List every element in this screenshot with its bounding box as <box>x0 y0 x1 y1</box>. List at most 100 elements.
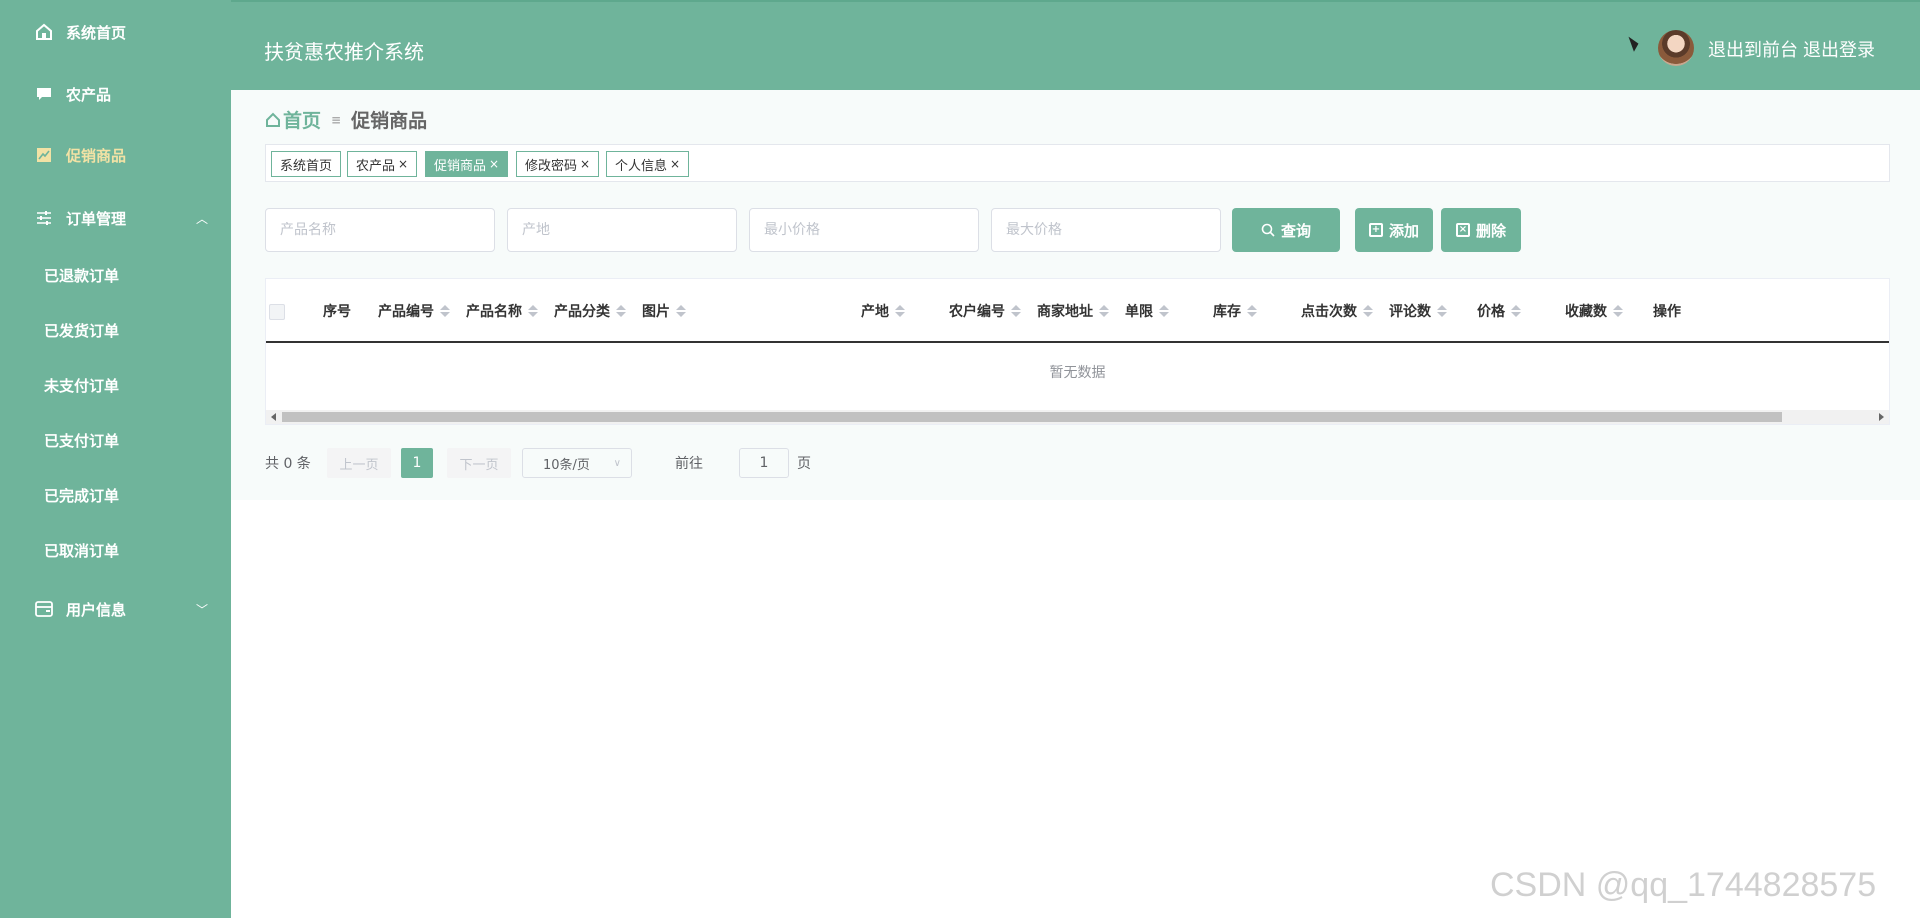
sort-icon[interactable] <box>1511 305 1521 317</box>
sort-icon[interactable] <box>1099 305 1109 317</box>
page-jump-input[interactable]: 1 <box>739 448 789 478</box>
plus-square-icon: + <box>1368 223 1383 237</box>
breadcrumb-separator: ≡ <box>331 112 342 127</box>
mouse-cursor-icon <box>1628 34 1641 52</box>
sidebar-item-label: 系统首页 <box>66 23 127 42</box>
sort-icon[interactable] <box>676 305 686 317</box>
sidebar-subitem-label: 已取消订单 <box>44 541 120 560</box>
sidebar-item-orders[interactable]: 订单管理 ︿ <box>0 193 231 243</box>
column-header-sortable[interactable]: 单限 <box>1125 279 1169 343</box>
column-header-sortable[interactable]: 点击次数 <box>1301 279 1373 343</box>
tag-change-password[interactable]: 修改密码 × <box>516 151 600 177</box>
column-header-sortable[interactable]: 农户编号 <box>949 279 1021 343</box>
column-header-sortable[interactable]: 商家地址 <box>1037 279 1109 343</box>
column-label: 操作 <box>1653 304 1681 320</box>
sort-icon[interactable] <box>616 305 626 317</box>
close-icon[interactable]: × <box>398 157 408 171</box>
home-icon <box>34 22 54 42</box>
scroll-left-icon[interactable] <box>271 413 276 421</box>
sort-icon[interactable] <box>1159 305 1169 317</box>
max-price-input[interactable] <box>1006 222 1220 238</box>
sidebar-item-products[interactable]: 农产品 <box>0 69 231 119</box>
logout-link[interactable]: 退出登录 <box>1803 36 1875 62</box>
column-label: 库存 <box>1213 304 1241 320</box>
add-button-label: 添加 <box>1388 221 1419 240</box>
breadcrumb: 首页 ≡ 促销商品 <box>265 106 427 133</box>
next-page-button[interactable]: 下一页 <box>447 448 511 478</box>
column-label: 产地 <box>861 304 889 320</box>
sidebar-subitem-unpaid[interactable]: 未支付订单 <box>0 360 231 410</box>
chart-icon <box>34 145 54 165</box>
page-size-select[interactable]: 10条/页 ∨ <box>522 448 632 478</box>
sidebar-item-home[interactable]: 系统首页 <box>0 7 231 57</box>
column-header-sortable[interactable]: 产地 <box>861 279 905 343</box>
empty-state: 暂无数据 <box>1049 365 1106 381</box>
column-header-sortable[interactable]: 产品编号 <box>378 279 450 343</box>
wallet-icon <box>34 599 54 619</box>
tag-label: 促销商品 <box>434 158 487 174</box>
goto-label: 前往 <box>675 456 703 472</box>
close-icon[interactable]: × <box>489 157 499 171</box>
sidebar-item-label: 订单管理 <box>66 209 127 228</box>
column-header-sortable[interactable]: 收藏数 <box>1565 279 1623 343</box>
delete-button[interactable]: × 删除 <box>1441 208 1521 252</box>
sort-icon[interactable] <box>1363 305 1373 317</box>
search-icon <box>1261 223 1275 237</box>
min-price-input[interactable] <box>764 222 978 238</box>
tag-personal-info[interactable]: 个人信息 × <box>606 151 690 177</box>
breadcrumb-current: 促销商品 <box>351 110 428 132</box>
sidebar-subitem-cancelled[interactable]: 已取消订单 <box>0 525 231 575</box>
exit-to-front-link[interactable]: 退出到前台 <box>1708 36 1798 62</box>
query-button[interactable]: 查询 <box>1232 208 1340 252</box>
select-all-checkbox[interactable] <box>269 304 285 320</box>
home-icon <box>266 112 280 127</box>
chevron-down-icon: ∨ <box>613 458 621 469</box>
sidebar-subitem-paid[interactable]: 已支付订单 <box>0 415 231 465</box>
tag-products[interactable]: 农产品 × <box>347 151 418 177</box>
column-header-sortable[interactable]: 产品分类 <box>554 279 626 343</box>
breadcrumb-home[interactable]: 首页 <box>265 106 321 133</box>
sidebar-subitem-shipped[interactable]: 已发货订单 <box>0 305 231 355</box>
sidebar-subitem-refunded[interactable]: 已退款订单 <box>0 250 231 300</box>
sort-icon[interactable] <box>895 305 905 317</box>
tag-promotions[interactable]: 促销商品 × <box>425 151 509 177</box>
product-name-input[interactable] <box>280 222 494 238</box>
product-name-input-wrap <box>265 208 495 252</box>
column-header-sortable[interactable]: 库存 <box>1213 279 1257 343</box>
page-number-current[interactable]: 1 <box>401 448 433 478</box>
sort-icon[interactable] <box>1011 305 1021 317</box>
sort-icon[interactable] <box>440 305 450 317</box>
horizontal-scrollbar[interactable] <box>266 410 1889 424</box>
sort-icon[interactable] <box>1247 305 1257 317</box>
tag-home[interactable]: 系统首页 <box>271 151 342 177</box>
close-icon[interactable]: × <box>580 157 590 171</box>
origin-input[interactable] <box>522 222 736 238</box>
close-icon[interactable]: × <box>670 157 680 171</box>
prev-page-button[interactable]: 上一页 <box>327 448 391 478</box>
sort-icon[interactable] <box>1437 305 1447 317</box>
scrollbar-thumb[interactable] <box>282 412 1782 422</box>
chevron-up-icon: ︿ <box>196 211 209 226</box>
column-header-sortable[interactable]: 价格 <box>1477 279 1521 343</box>
avatar[interactable] <box>1658 30 1694 66</box>
column-header-sortable[interactable]: 图片 <box>642 279 686 343</box>
column-header: 操作 <box>1653 279 1681 343</box>
sliders-icon <box>34 208 54 228</box>
sort-icon[interactable] <box>528 305 538 317</box>
add-button[interactable]: + 添加 <box>1355 208 1433 252</box>
sidebar-item-user-info[interactable]: 用户信息 ﹀ <box>0 584 231 634</box>
sidebar-subitem-label: 已发货订单 <box>44 321 120 340</box>
scroll-right-icon[interactable] <box>1879 413 1884 421</box>
column-header: 序号 <box>323 279 351 343</box>
column-label: 评论数 <box>1389 304 1431 320</box>
tag-label: 农产品 <box>356 158 396 174</box>
column-header-sortable[interactable]: 产品名称 <box>466 279 538 343</box>
column-header-sortable[interactable]: 评论数 <box>1389 279 1447 343</box>
sidebar-item-promotions[interactable]: 促销商品 <box>0 130 231 180</box>
column-label: 产品名称 <box>466 304 522 320</box>
sidebar-subitem-label: 未支付订单 <box>44 376 120 395</box>
column-label: 商家地址 <box>1037 304 1093 320</box>
sort-icon[interactable] <box>1613 305 1623 317</box>
column-label: 序号 <box>323 304 351 320</box>
sidebar-subitem-completed[interactable]: 已完成订单 <box>0 470 231 520</box>
